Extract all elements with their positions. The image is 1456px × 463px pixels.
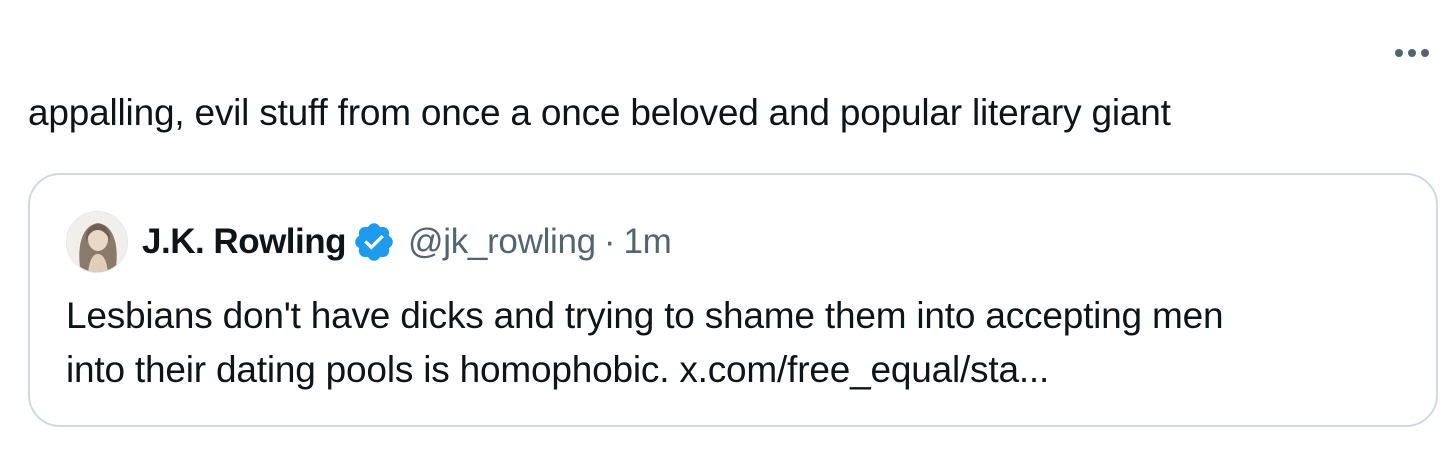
author-handle[interactable]: @jk_rowling bbox=[408, 222, 596, 262]
quoted-tweet-header: J.K. Rowling @jk_rowling · 1m bbox=[66, 211, 672, 273]
more-options-button[interactable] bbox=[1392, 38, 1432, 68]
avatar[interactable] bbox=[66, 211, 128, 273]
verified-badge-icon bbox=[352, 220, 396, 264]
tweet-text: appalling, evil stuff from once a once b… bbox=[28, 92, 1171, 133]
timestamp[interactable]: 1m bbox=[624, 222, 672, 262]
quoted-tweet-text-line: into their dating pools is homophobic. x… bbox=[66, 349, 1050, 390]
quoted-tweet-text-line: Lesbians don't have dicks and trying to … bbox=[66, 295, 1224, 336]
author-name[interactable]: J.K. Rowling bbox=[142, 222, 347, 262]
quoted-tweet-text: Lesbians don't have dicks and trying to … bbox=[66, 289, 1416, 397]
quoted-tweet-card[interactable]: J.K. Rowling @jk_rowling · 1m Lesbians d… bbox=[28, 173, 1438, 427]
tweet: appalling, evil stuff from once a once b… bbox=[0, 0, 1456, 463]
meta-separator: · bbox=[603, 222, 616, 261]
more-horizontal-icon bbox=[1394, 48, 1430, 58]
